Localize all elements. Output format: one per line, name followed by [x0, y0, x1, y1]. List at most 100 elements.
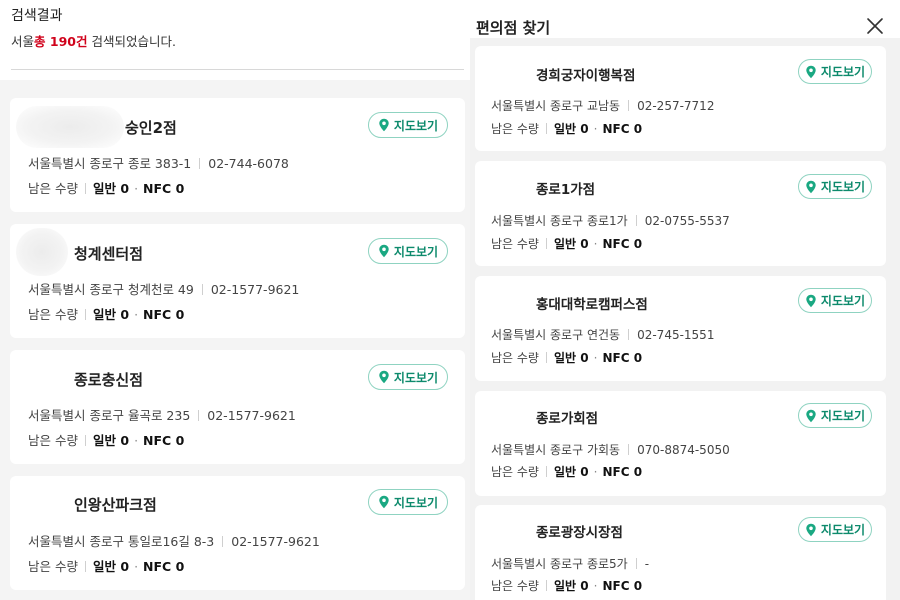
map-view-button[interactable]: 지도보기 [368, 489, 448, 515]
store-name: 종로1가점 [536, 182, 596, 198]
store-card[interactable]: 종로충신점 지도보기 서울특별시 종로구 율곡로 235 02-1577-9621… [10, 350, 465, 464]
store-card[interactable]: 홍대대학로캠퍼스점 지도보기 서울특별시 종로구 연건동 02-745-1551 … [475, 276, 886, 381]
store-card[interactable]: 종로1가점 지도보기 서울특별시 종로구 종로1가 02-0755-5537 남은… [475, 161, 886, 266]
general-count: 0 [580, 122, 589, 136]
map-view-button[interactable]: 지도보기 [798, 517, 872, 542]
store-card[interactable]: 청계센터점 지도보기 서울특별시 종로구 청계천로 49 02-1577-9621… [10, 224, 465, 338]
general-label: 일반 [92, 307, 116, 322]
store-info: 서울특별시 종로구 통일로16길 8-3 02-1577-9621 [28, 531, 320, 550]
store-name: 숭인2점 [125, 119, 177, 137]
general-label: 일반 [553, 122, 577, 136]
search-results-panel: 검색결과 서울총 190건 검색되었습니다. 숭인2점 지도보기 서울특별시 종… [0, 0, 470, 600]
nfc-label: NFC [143, 559, 172, 574]
map-view-label: 지도보기 [820, 294, 866, 308]
store-phone: 02-257-7712 [637, 99, 715, 113]
summary-count: 총 190건 [34, 34, 88, 49]
store-phone: 02-0755-5537 [644, 214, 730, 228]
results-title: 검색결과 [11, 8, 63, 24]
map-view-label: 지도보기 [393, 118, 439, 133]
stock-label: 남은 수량 [491, 579, 539, 593]
map-view-label: 지도보기 [820, 65, 866, 79]
store-address: 서울특별시 종로구 종로1가 [491, 214, 628, 228]
nfc-count: 0 [175, 433, 185, 448]
stock-label: 남은 수량 [491, 465, 539, 479]
store-info: 서울특별시 종로구 청계천로 49 02-1577-9621 [28, 279, 299, 298]
nfc-label: NFC [602, 122, 630, 136]
nfc-label: NFC [602, 579, 630, 593]
store-stock: 남은 수량 일반 0 · NFC 0 [491, 579, 643, 593]
map-view-button[interactable]: 지도보기 [368, 238, 448, 264]
store-phone: 02-1577-9621 [231, 534, 320, 549]
store-stock: 남은 수량 일반 0 · NFC 0 [28, 559, 185, 574]
map-view-button[interactable]: 지도보기 [368, 112, 448, 138]
general-label: 일반 [553, 237, 577, 251]
store-address: 서울특별시 종로구 가회동 [491, 443, 621, 457]
nfc-count: 0 [633, 237, 643, 251]
close-icon[interactable] [866, 17, 884, 35]
map-pin-icon [806, 294, 816, 307]
general-count: 0 [580, 237, 589, 251]
store-info: 서울특별시 종로구 종로5가 - [491, 555, 649, 572]
general-count: 0 [120, 559, 130, 574]
store-address: 서울특별시 종로구 교남동 [491, 99, 621, 113]
store-stock: 남은 수량 일반 0 · NFC 0 [491, 122, 643, 136]
map-pin-icon [379, 370, 389, 384]
nfc-count: 0 [633, 465, 643, 479]
store-info: 서울특별시 종로구 가회동 070-8874-5050 [491, 441, 730, 458]
store-name: 종로가회점 [536, 411, 599, 427]
nfc-label: NFC [602, 465, 630, 479]
map-view-label: 지도보기 [820, 409, 866, 423]
map-view-button[interactable]: 지도보기 [798, 288, 872, 313]
nfc-label: NFC [143, 181, 172, 196]
store-stock: 남은 수량 일반 0 · NFC 0 [491, 237, 643, 251]
stock-label: 남은 수량 [491, 237, 539, 251]
store-address: 서울특별시 종로구 율곡로 235 [28, 408, 191, 423]
store-stock: 남은 수량 일반 0 · NFC 0 [491, 465, 643, 479]
nfc-label: NFC [143, 433, 172, 448]
map-view-button[interactable]: 지도보기 [798, 59, 872, 84]
store-phone: 02-745-1551 [637, 328, 715, 342]
nfc-label: NFC [602, 351, 630, 365]
store-address: 서울특별시 종로구 연건동 [491, 328, 621, 342]
store-card[interactable]: 인왕산파크점 지도보기 서울특별시 종로구 통일로16길 8-3 02-1577-… [10, 476, 465, 590]
general-count: 0 [120, 307, 130, 322]
map-view-label: 지도보기 [820, 523, 866, 537]
store-card[interactable]: 숭인2점 지도보기 서울특별시 종로구 종로 383-1 02-744-6078 … [10, 98, 465, 212]
general-label: 일반 [553, 579, 577, 593]
store-phone: 070-8874-5050 [637, 443, 730, 457]
store-card[interactable]: 종로가회점 지도보기 서울특별시 종로구 가회동 070-8874-5050 남은… [475, 391, 886, 496]
store-phone: 02-1577-9621 [207, 408, 296, 423]
store-card[interactable]: 종로광장시장점 지도보기 서울특별시 종로구 종로5가 - 남은 수량 일반 0 · N… [475, 505, 886, 600]
stock-label: 남은 수량 [491, 122, 539, 136]
store-phone: 02-744-6078 [208, 156, 289, 171]
map-pin-icon [806, 65, 816, 78]
convenience-store-panel: 편의점 찾기 경희궁자이행복점 지도보기 서울특별시 종로구 교남동 02-257… [470, 0, 900, 600]
general-count: 0 [580, 579, 589, 593]
store-stock: 남은 수량 일반 0 · NFC 0 [28, 307, 185, 322]
store-info: 서울특별시 종로구 교남동 02-257-7712 [491, 97, 714, 114]
general-label: 일반 [92, 433, 116, 448]
store-card[interactable]: 경희궁자이행복점 지도보기 서울특별시 종로구 교남동 02-257-7712 남… [475, 46, 886, 151]
store-stock: 남은 수량 일반 0 · NFC 0 [491, 351, 643, 365]
map-pin-icon [806, 180, 816, 193]
nfc-count: 0 [175, 559, 185, 574]
summary-suffix: 검색되었습니다. [87, 34, 176, 49]
map-view-button[interactable]: 지도보기 [368, 364, 448, 390]
map-view-button[interactable]: 지도보기 [798, 403, 872, 428]
divider [11, 69, 464, 70]
store-name: 종로충신점 [74, 371, 144, 389]
nfc-count: 0 [175, 181, 185, 196]
map-pin-icon [806, 523, 816, 536]
results-header: 검색결과 서울총 190건 검색되었습니다. [0, 0, 470, 80]
store-name: 청계센터점 [74, 245, 144, 263]
map-pin-icon [806, 409, 816, 422]
map-view-label: 지도보기 [393, 370, 439, 385]
store-phone: 02-1577-9621 [210, 282, 300, 297]
map-pin-icon [379, 118, 389, 132]
stock-label: 남은 수량 [28, 559, 78, 574]
store-name: 경희궁자이행복점 [536, 68, 636, 84]
map-view-button[interactable]: 지도보기 [798, 174, 872, 199]
general-count: 0 [580, 351, 589, 365]
general-label: 일반 [553, 351, 577, 365]
store-info: 서울특별시 종로구 종로 383-1 02-744-6078 [28, 153, 289, 172]
